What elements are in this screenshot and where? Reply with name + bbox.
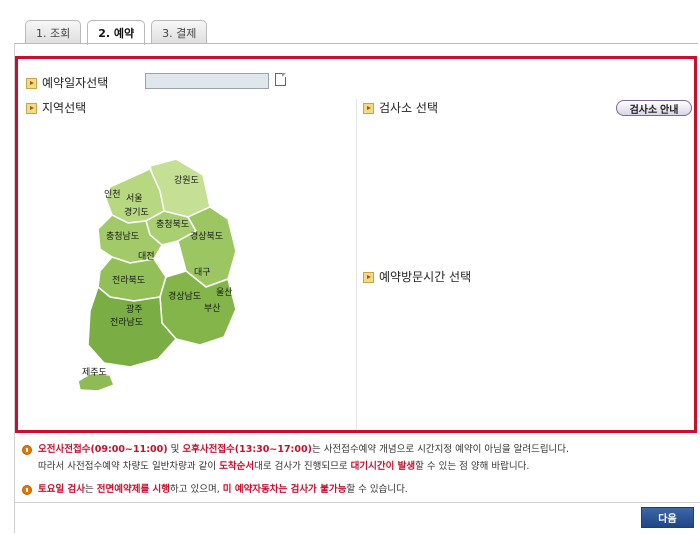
bullet-icon [26,78,37,89]
map-label-gyeongnam: 경상남도 [168,290,201,302]
reservation-panel: 예약일자선택 지역선택 검사소 선택 검사소 안내 예약방문시간 선택 강원도 … [15,56,697,433]
region-select-label: 지역선택 [26,99,86,116]
map-label-jeonbuk: 전라북도 [112,275,145,286]
bullet-icon [26,103,37,114]
map-label-gyeonggi: 경기도 [124,206,149,218]
column-divider [356,99,357,429]
center-select-label: 검사소 선택 [363,99,438,116]
center-guide-button[interactable]: 검사소 안내 [616,100,692,116]
bullet-icon [363,272,374,283]
map-label-gangwon: 강원도 [174,175,199,186]
step-tabs: 1. 조회 2. 예약 3. 결제 [25,20,208,45]
notice-line-1: 오전사전접수(09:00~11:00) 및 오후사전접수(13:30~17:00… [22,441,569,458]
tab-payment[interactable]: 3. 결제 [151,20,208,44]
notice-bullet-icon [22,484,32,495]
map-label-daegu: 대구 [194,267,211,278]
map-label-busan: 부산 [204,303,221,314]
calendar-icon[interactable] [275,73,286,86]
map-label-chungbuk: 충청북도 [156,219,189,230]
map-label-jeonnam: 전라남도 [110,317,143,328]
map-label-daejeon: 대전 [138,251,155,262]
notice-line-3: 토요일 검사는 전면예약제를 시행하고 있으며, 미 예약자동차는 검사가 불가… [22,481,408,498]
bullet-icon [363,103,374,114]
map-label-seoul: 서울 [126,193,143,204]
map-label-jeju: 제주도 [82,367,107,378]
visit-time-select-label: 예약방문시간 선택 [363,268,471,285]
tab-divider [14,43,698,44]
map-label-chungnam: 충청남도 [106,231,139,242]
next-button[interactable]: 다음 [641,507,694,528]
reservation-date-input[interactable] [145,73,269,89]
date-select-label: 예약일자선택 [26,74,108,91]
map-label-gwangju: 광주 [126,303,143,315]
map-label-ulsan: 울산 [216,287,233,298]
korea-region-map: 강원도 인천 서울 경기도 충청북도 충청남도 경상북도 대전 대구 전라북도 … [77,159,237,392]
footer-divider [14,502,700,503]
tab-inquiry[interactable]: 1. 조회 [25,20,82,44]
map-label-gyeongbuk: 경상북도 [190,230,223,242]
notice-bullet-icon [22,444,32,455]
map-label-incheon: 인천 [104,189,121,200]
tab-reservation[interactable]: 2. 예약 [87,20,146,45]
notice-line-2: 따라서 사전접수예약 차량도 일반차량과 같이 도착순서대로 검사가 진행되므로… [38,461,530,472]
